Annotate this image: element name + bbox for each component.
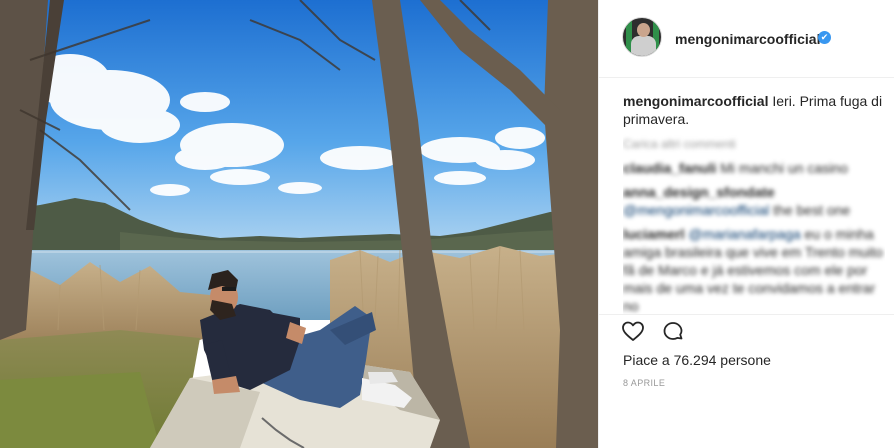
heart-icon[interactable] bbox=[621, 319, 645, 343]
comment-username[interactable]: luciamerl bbox=[623, 226, 684, 242]
comment-mention[interactable]: @mengonimarcoofficial bbox=[623, 202, 769, 218]
post-header: mengonimarcoofficial ✔ bbox=[599, 0, 894, 78]
avatar[interactable] bbox=[622, 17, 662, 57]
comment-mention[interactable]: @marianafarpaga bbox=[688, 226, 800, 242]
comment-item: anna_design_sfondate @mengonimarcooffici… bbox=[623, 183, 885, 219]
post-side-panel: mengonimarcoofficial ✔ mengonimarcooffic… bbox=[598, 0, 894, 448]
comments-section: mengonimarcoofficial Ieri. Prima fuga di… bbox=[623, 92, 885, 314]
comment-username[interactable]: anna_design_sfondate bbox=[623, 184, 775, 200]
comment-username[interactable]: claudia_fanuli bbox=[623, 160, 716, 176]
verified-badge-icon: ✔ bbox=[818, 31, 831, 44]
caption-username[interactable]: mengonimarcoofficial bbox=[623, 93, 768, 109]
likes-count[interactable]: Piace a 76.294 persone bbox=[623, 352, 771, 368]
comment-icon[interactable] bbox=[661, 319, 685, 343]
post-photo-image bbox=[0, 0, 598, 448]
comment-text: the best one bbox=[773, 202, 851, 218]
post-photo[interactable] bbox=[0, 0, 598, 448]
comment-item: claudia_fanuli Mi manchi un casino bbox=[623, 159, 885, 177]
post-date[interactable]: 8 APRILE bbox=[623, 378, 665, 388]
avatar-body bbox=[631, 36, 656, 56]
comment-text: Mi manchi un casino bbox=[720, 160, 848, 176]
avatar-face bbox=[637, 23, 650, 37]
caption: mengonimarcoofficial Ieri. Prima fuga di… bbox=[623, 92, 885, 128]
comment-item: luciamerl @marianafarpaga eu o minha ami… bbox=[623, 225, 885, 314]
post-actions: Piace a 76.294 persone 8 APRILE bbox=[599, 314, 894, 418]
load-more-comments-button[interactable]: Carica altri commenti bbox=[623, 135, 885, 153]
username-link[interactable]: mengonimarcoofficial bbox=[675, 31, 820, 47]
